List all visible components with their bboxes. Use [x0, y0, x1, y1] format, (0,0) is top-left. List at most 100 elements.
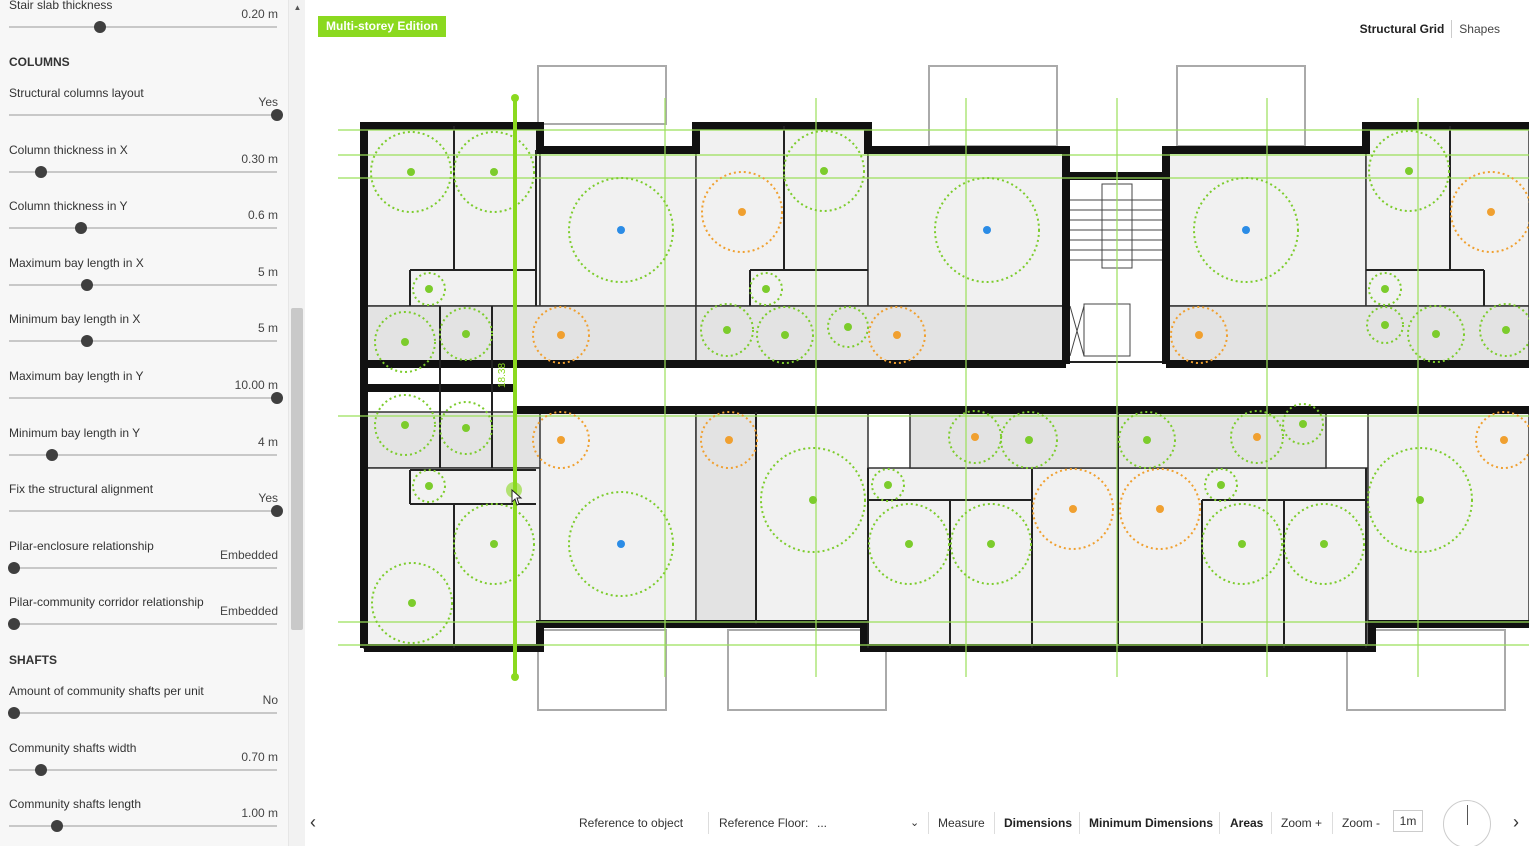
column-center-dot[interactable] — [983, 226, 991, 234]
toolbar-divider — [1332, 812, 1333, 834]
reference-floor-select[interactable]: ... — [817, 816, 827, 830]
column-center-dot[interactable] — [1025, 436, 1033, 444]
slider-track[interactable] — [9, 763, 277, 776]
slider-thumb[interactable] — [51, 820, 64, 833]
column-center-dot[interactable] — [1500, 436, 1508, 444]
column-center-dot[interactable] — [723, 326, 731, 334]
scrollbar-thumb[interactable] — [291, 308, 303, 630]
bottom-toolbar: ‹ Reference to object Reference Floor: .… — [305, 798, 1529, 846]
slider-track[interactable] — [9, 165, 277, 178]
column-center-dot[interactable] — [490, 168, 498, 176]
sidebar-scrollbar[interactable]: ▲ — [288, 0, 305, 846]
slider-track[interactable] — [9, 448, 277, 461]
areas-button[interactable]: Areas — [1230, 816, 1263, 830]
slider-thumb[interactable] — [271, 505, 283, 518]
slider-thumb[interactable] — [94, 21, 107, 33]
slider-thumb[interactable] — [35, 165, 48, 178]
column-center-dot[interactable] — [1405, 167, 1413, 175]
slider-thumb[interactable] — [35, 763, 48, 776]
slider-thumb[interactable] — [8, 707, 21, 719]
chevron-left-icon[interactable]: ‹ — [310, 812, 316, 833]
slider-track[interactable] — [9, 222, 277, 235]
column-center-dot[interactable] — [1320, 540, 1328, 548]
column-center-dot[interactable] — [1416, 496, 1424, 504]
slider-thumb[interactable] — [75, 222, 88, 235]
tab-structural-grid[interactable]: Structural Grid — [1353, 22, 1452, 36]
column-center-dot[interactable] — [781, 331, 789, 339]
minimum-dimensions-button[interactable]: Minimum Dimensions — [1089, 816, 1213, 830]
slider-track[interactable] — [8, 561, 277, 574]
compass-icon[interactable] — [1443, 800, 1491, 846]
slider-thumb[interactable] — [45, 448, 58, 461]
slider-track[interactable] — [9, 392, 283, 404]
slider-track[interactable] — [9, 505, 283, 518]
slider-track[interactable] — [9, 21, 277, 33]
column-center-dot[interactable] — [1487, 208, 1495, 216]
slider-track[interactable] — [9, 335, 277, 348]
slider-track[interactable] — [8, 618, 277, 631]
column-center-dot[interactable] — [905, 540, 913, 548]
slider-value: Embedded — [219, 547, 278, 562]
column-center-dot[interactable] — [557, 331, 565, 339]
zoom-in-button[interactable]: Zoom + — [1281, 816, 1322, 830]
column-center-dot[interactable] — [725, 436, 733, 444]
floor-plan-canvas[interactable]: .wall { fill: none; stroke: #111; stroke… — [305, 45, 1529, 745]
column-center-dot[interactable] — [425, 285, 433, 293]
scroll-up-icon[interactable]: ▲ — [289, 0, 306, 16]
slider-track[interactable] — [8, 707, 277, 719]
reference-floor-label: Reference Floor: — [719, 816, 809, 830]
zoom-out-button[interactable]: Zoom - — [1342, 816, 1380, 830]
column-center-dot[interactable] — [1242, 226, 1250, 234]
slider-thumb[interactable] — [8, 618, 21, 631]
column-center-dot[interactable] — [1381, 321, 1389, 329]
chevron-right-icon[interactable]: › — [1513, 812, 1519, 833]
column-center-dot[interactable] — [1156, 505, 1164, 513]
column-center-dot[interactable] — [557, 436, 565, 444]
column-center-dot[interactable] — [844, 323, 852, 331]
column-center-dot[interactable] — [820, 167, 828, 175]
slider-thumb[interactable] — [80, 335, 93, 348]
slider-thumb[interactable] — [80, 278, 93, 291]
column-center-dot[interactable] — [1502, 326, 1510, 334]
slider-thumb[interactable] — [8, 561, 21, 574]
tab-shapes[interactable]: Shapes — [1452, 22, 1507, 36]
column-center-dot[interactable] — [1432, 330, 1440, 338]
column-center-dot[interactable] — [1381, 285, 1389, 293]
column-center-dot[interactable] — [462, 330, 470, 338]
column-center-dot[interactable] — [401, 338, 409, 346]
column-center-dot[interactable] — [738, 208, 746, 216]
column-center-dot[interactable] — [893, 331, 901, 339]
column-center-dot[interactable] — [407, 168, 415, 176]
column-center-dot[interactable] — [1299, 420, 1307, 428]
column-center-dot[interactable] — [425, 482, 433, 490]
reference-to-object-button[interactable]: Reference to object — [579, 816, 683, 830]
slider-value: 5 m — [257, 321, 278, 336]
column-center-dot[interactable] — [401, 421, 409, 429]
column-center-dot[interactable] — [617, 226, 625, 234]
slider-track[interactable] — [9, 820, 277, 833]
slider-thumb[interactable] — [271, 109, 283, 121]
chevron-down-icon[interactable]: ⌄ — [910, 816, 919, 829]
column-center-dot[interactable] — [762, 285, 770, 293]
column-center-dot[interactable] — [971, 433, 979, 441]
column-center-dot[interactable] — [617, 540, 625, 548]
column-center-dot[interactable] — [1253, 433, 1261, 441]
column-center-dot[interactable] — [809, 496, 817, 504]
column-center-dot[interactable] — [1238, 540, 1246, 548]
slider-thumb[interactable] — [271, 392, 283, 404]
column-center-dot[interactable] — [884, 481, 892, 489]
column-center-dot[interactable] — [408, 599, 416, 607]
slider-track[interactable] — [9, 109, 283, 121]
column-center-dot[interactable] — [1143, 436, 1151, 444]
slider-track[interactable] — [9, 278, 277, 291]
column-center-dot[interactable] — [987, 540, 995, 548]
column-center-dot[interactable] — [1217, 481, 1225, 489]
column-center-dot[interactable] — [462, 424, 470, 432]
column-center-dot[interactable] — [490, 540, 498, 548]
dimensions-button[interactable]: Dimensions — [1004, 816, 1072, 830]
measure-button[interactable]: Measure — [938, 816, 985, 830]
column-center-dot[interactable] — [1195, 331, 1203, 339]
slider-label: Maximum bay length in X — [9, 255, 144, 270]
slider-value: 10.00 m — [234, 378, 278, 392]
column-center-dot[interactable] — [1069, 505, 1077, 513]
